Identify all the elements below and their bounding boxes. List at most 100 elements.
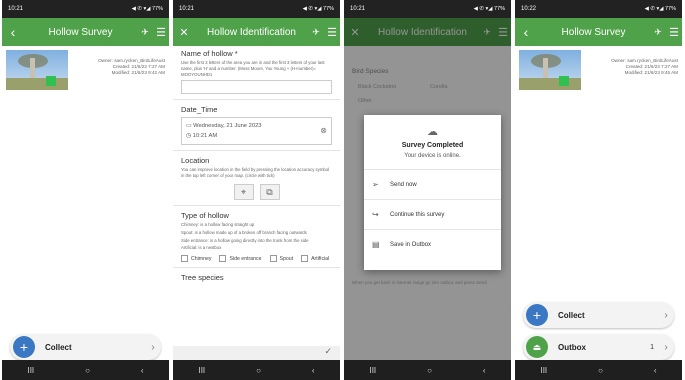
recents-icon[interactable]: III: [27, 366, 34, 375]
submit-button[interactable]: ✓: [173, 346, 340, 360]
datetime-label: Date_Time: [181, 105, 218, 115]
app-bar: ✕ Hollow Identification ✈ ☰: [173, 18, 340, 46]
screen-hollow-survey: 10:21 ◀ ✆ ▾◢ 77% ‹ Hollow Survey ✈ ☰ Own…: [2, 0, 169, 380]
cloud-icon: ☁: [427, 126, 438, 138]
check-icon: ✓: [324, 346, 332, 356]
page-title: Hollow Survey: [48, 26, 113, 38]
recents-icon[interactable]: III: [369, 366, 376, 375]
checkbox[interactable]: [269, 255, 277, 263]
survey-thumbnail: [519, 50, 581, 90]
survey-card[interactable]: Owner: sam.rycken_BirdLifeAust Created: …: [519, 50, 678, 92]
send-now-button[interactable]: ➢ Send now: [364, 169, 501, 199]
collect-button[interactable]: + Collect ›: [523, 302, 674, 328]
survey-meta: Owner: sam.rycken_BirdLifeAust Created: …: [68, 50, 165, 92]
satellite-icon[interactable]: ✈: [137, 27, 153, 38]
system-nav: III ○ ‹: [2, 360, 169, 380]
back-icon[interactable]: ‹: [2, 24, 24, 40]
status-time: 10:22: [521, 6, 537, 12]
modified-text: Modified: 21/6/23 9:42 AM: [111, 70, 165, 76]
menu-icon[interactable]: ☰: [324, 26, 340, 39]
save-icon: ▤: [372, 240, 380, 249]
system-nav: III ○ ‹: [173, 360, 340, 380]
clock-icon: ◷: [186, 133, 193, 140]
option-chimney[interactable]: Chimney: [181, 255, 211, 263]
system-nav: III ○ ‹: [515, 360, 682, 380]
status-bar: 10:21 ◀ ✆ ▾◢ 77%: [344, 0, 511, 18]
collect-label: Collect: [45, 342, 72, 352]
modified-text: Modified: 21/6/23 9:45 AM: [624, 70, 678, 76]
arrow-right-icon: ↪: [372, 210, 379, 219]
crosshair-icon[interactable]: ⌖: [233, 183, 254, 200]
system-nav: III ○ ‹: [344, 360, 511, 380]
home-icon[interactable]: ○: [598, 366, 603, 375]
type-help-spout: Spout: is a hollow made up of a broken o…: [181, 229, 307, 235]
type-help-side: Side entrance: is a hollow going directl…: [181, 237, 309, 243]
survey-card[interactable]: Owner: sam.rycken_BirdLifeAust Created: …: [6, 50, 165, 92]
outbox-label: Outbox: [558, 342, 586, 352]
back-nav-icon[interactable]: ‹: [654, 366, 657, 375]
back-icon[interactable]: ‹: [515, 24, 537, 40]
location-help: You can improve location in the field by…: [181, 167, 330, 179]
screen-hollow-survey-outbox: 10:22 ◀ ✆ ▾◢ 77% ‹ Hollow Survey ✈ ☰ Own…: [515, 0, 682, 380]
status-icons: ◀ ✆ ▾◢ 77%: [473, 6, 505, 12]
status-icons: ◀ ✆ ▾◢ 77%: [131, 6, 163, 12]
checkbox[interactable]: [181, 255, 188, 263]
location-label: Location: [181, 156, 210, 166]
plus-icon: +: [526, 304, 548, 326]
clear-icon[interactable]: ⊗: [320, 126, 327, 136]
option-spout[interactable]: Spout: [269, 255, 293, 263]
save-outbox-button[interactable]: ▤ Save in Outbox: [364, 229, 501, 259]
menu-icon[interactable]: ☰: [153, 26, 169, 39]
dialog-title: Survey Completed: [401, 142, 464, 149]
dialog-subtitle: Your device is online.: [404, 153, 461, 159]
recents-icon[interactable]: III: [540, 366, 547, 375]
app-bar: ‹ Hollow Survey ✈ ☰: [515, 18, 682, 46]
status-time: 10:21: [350, 6, 366, 12]
name-label: Name of hollow *: [181, 49, 238, 58]
plus-icon: +: [13, 336, 35, 358]
home-icon[interactable]: ○: [427, 366, 432, 375]
survey-thumbnail: [6, 50, 68, 90]
outbox-button[interactable]: ⏏ Outbox 1 ›: [523, 334, 674, 360]
recents-icon[interactable]: III: [198, 366, 205, 375]
satellite-icon[interactable]: ✈: [650, 27, 666, 38]
home-icon[interactable]: ○: [85, 366, 90, 375]
status-time: 10:21: [179, 6, 195, 12]
survey-completed-dialog: ☁ Survey Completed Your device is online…: [364, 115, 501, 270]
status-icons: ◀ ✆ ▾◢ 77%: [644, 6, 676, 12]
location-buttons: ⌖ ⧉: [181, 183, 332, 200]
menu-icon[interactable]: ☰: [666, 26, 682, 39]
outbox-icon: ⏏: [526, 336, 548, 358]
back-nav-icon[interactable]: ‹: [141, 366, 144, 375]
screen-hollow-identification: 10:21 ◀ ✆ ▾◢ 77% ✕ Hollow Identification…: [173, 0, 340, 380]
map-pick-icon[interactable]: ⧉: [259, 183, 280, 200]
back-nav-icon[interactable]: ‹: [312, 366, 315, 375]
status-bar: 10:21 ◀ ✆ ▾◢ 77%: [173, 0, 340, 18]
app-bar: ‹ Hollow Survey ✈ ☰: [2, 18, 169, 46]
continue-survey-button[interactable]: ↪ Continue this survey: [364, 199, 501, 229]
page-title: Hollow Identification: [207, 26, 296, 38]
checkbox[interactable]: [219, 255, 227, 263]
name-input[interactable]: [181, 80, 332, 95]
type-label: Type of hollow: [181, 210, 229, 220]
tree-species-label: Tree species: [181, 273, 224, 283]
satellite-icon[interactable]: ✈: [308, 27, 324, 38]
collect-label: Collect: [558, 310, 585, 320]
back-nav-icon[interactable]: ‹: [483, 366, 486, 375]
status-bar: 10:22 ◀ ✆ ▾◢ 77%: [515, 0, 682, 18]
status-time: 10:21: [8, 6, 24, 12]
send-icon: ➢: [372, 180, 379, 189]
collect-button[interactable]: + Collect ›: [10, 334, 161, 360]
close-icon[interactable]: ✕: [173, 26, 195, 39]
chevron-right-icon: ›: [664, 309, 668, 321]
outbox-count: 1: [650, 343, 654, 351]
home-icon[interactable]: ○: [256, 366, 261, 375]
option-side-entrance[interactable]: Side entrance: [219, 255, 262, 263]
checkbox[interactable]: [301, 255, 309, 263]
type-help-artificial: Artificial: is a nestbox: [181, 245, 222, 251]
datetime-field[interactable]: ▭ Wednesday, 21 June 2023 ◷ 10:21 AM ⊗: [181, 117, 332, 146]
screen-survey-completed: 10:21 ◀ ✆ ▾◢ 77% ✕ Hollow Identification…: [344, 0, 511, 380]
name-help: Use the first 3 letters of the area you …: [181, 60, 325, 77]
option-artificial[interactable]: Artificial: [301, 255, 329, 263]
chevron-right-icon: ›: [664, 341, 668, 353]
